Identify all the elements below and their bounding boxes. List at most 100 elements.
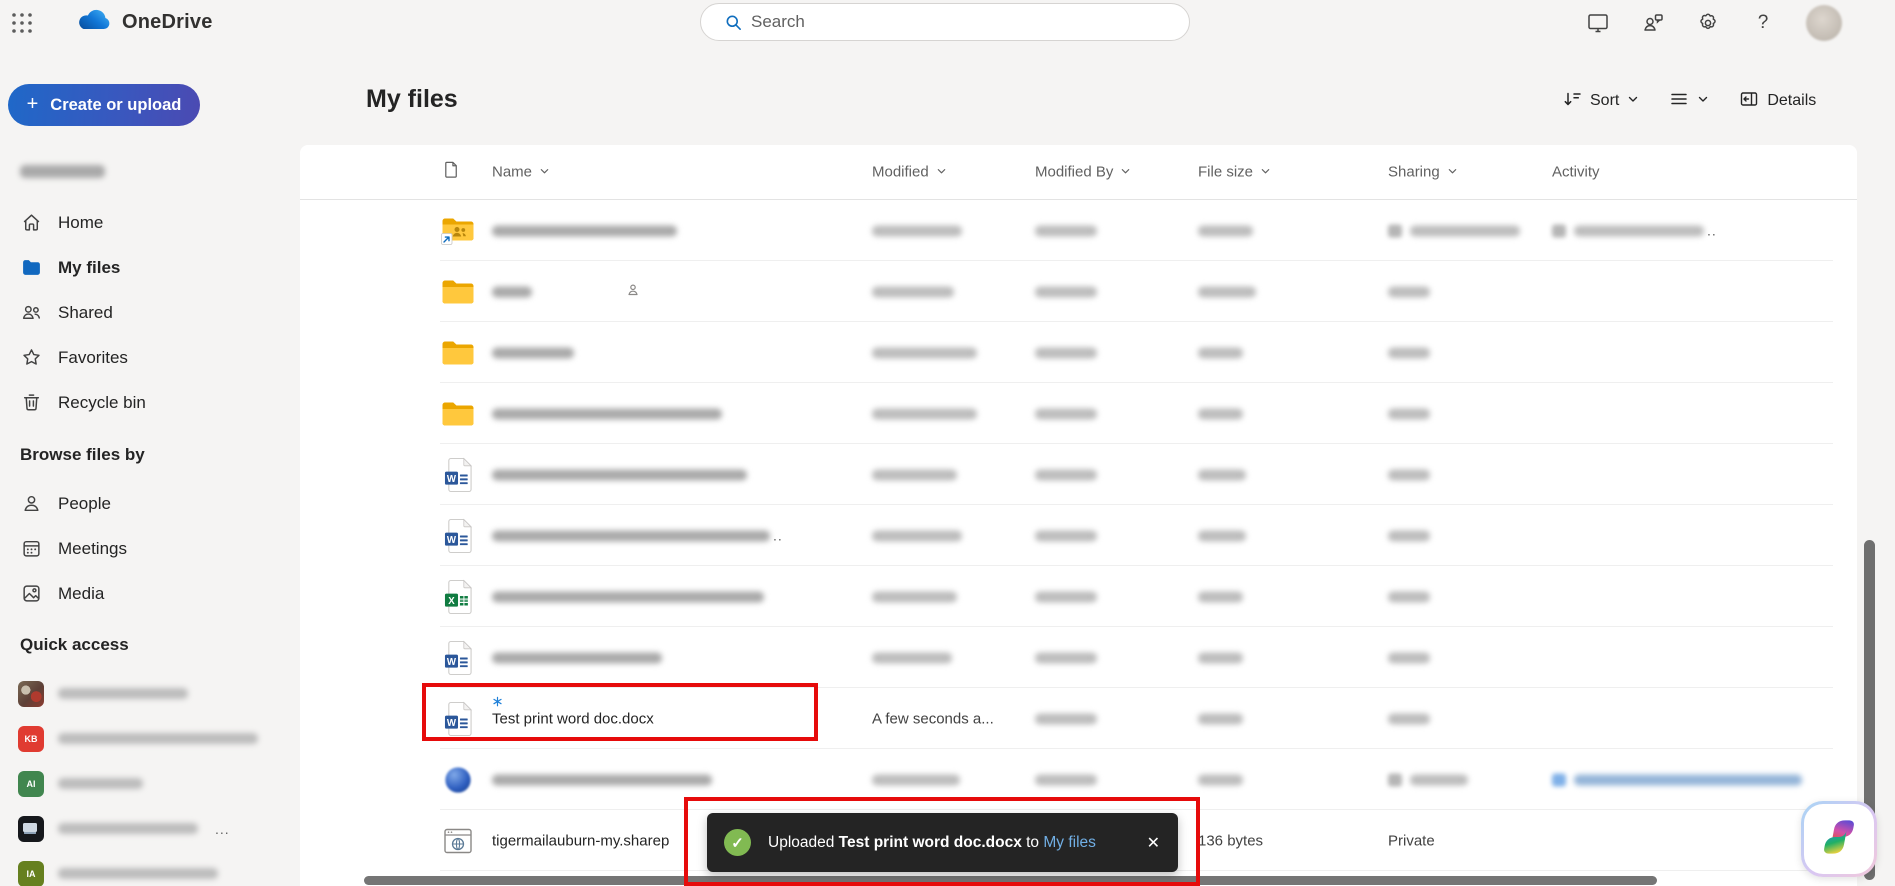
table-row[interactable] [300,261,1857,322]
horizontal-scrollbar[interactable] [364,876,1657,885]
quick-access-site-icon: IA [18,860,44,886]
sharing-cell-text: Private [1388,832,1435,849]
search-icon [724,13,743,37]
redacted-text [492,286,532,298]
sharing-cell [1388,588,1430,605]
file-name-cell[interactable] [492,405,722,422]
feedback-icon[interactable] [1641,11,1665,35]
modified-cell [872,344,977,361]
sidebar-item-people[interactable]: People [0,481,300,526]
redacted-text [492,652,662,664]
file-name-cell[interactable] [492,588,764,605]
trash-icon [20,392,42,414]
table-row[interactable] [300,383,1857,444]
quick-access-item[interactable]: AI [0,761,300,806]
column-header-modified_by[interactable]: Modified By [1035,164,1131,181]
sidebar-item-label: Shared [58,302,113,322]
modified-cell [872,649,952,666]
redacted-text [492,591,764,603]
file-name-cell[interactable] [492,222,677,239]
quick-access-item[interactable]: KB [0,716,300,761]
modified-by-cell [1035,527,1097,544]
settings-gear-icon[interactable] [1696,11,1720,35]
file-size-cell [1198,344,1243,361]
file-name-cell[interactable] [492,649,662,666]
chevron-down-icon [936,164,947,181]
redacted-text [1388,469,1430,481]
table-row[interactable]: .. [300,200,1857,261]
file-name-cell[interactable]: .. [492,527,783,544]
column-header-modified[interactable]: Modified [872,164,947,181]
redacted-text [1035,530,1097,542]
account-avatar[interactable] [1806,4,1842,41]
file-name-cell[interactable] [492,344,574,361]
svg-text:W: W [446,656,456,667]
modified-by-cell [1035,283,1097,300]
file-name-cell[interactable] [492,283,532,300]
create-or-upload-button[interactable]: + Create or upload [8,84,200,126]
app-launcher-icon[interactable] [10,11,34,35]
redacted-text [872,774,960,786]
column-header-sharing[interactable]: Sharing [1388,164,1458,181]
details-pane-button[interactable]: Details [1739,89,1816,114]
quick-access-item[interactable] [0,671,300,716]
file-name-cell[interactable] [492,771,712,788]
quick-access-item[interactable]: ... [0,806,300,851]
my-files-link[interactable]: My files [1043,834,1096,851]
sidebar-item-media[interactable]: Media [0,571,300,616]
toast-close-icon[interactable]: ✕ [1147,833,1160,853]
sidebar-item-recycle-bin[interactable]: Recycle bin [0,380,300,425]
redacted-text [1410,225,1520,237]
home-icon [20,212,42,234]
sidebar-item-favorites[interactable]: Favorites [0,335,300,380]
sharing-cell [1388,527,1430,544]
redacted-text [872,652,952,664]
file-size-cell [1198,527,1246,544]
column-header-activity[interactable]: Activity [1552,164,1600,181]
redacted-text [492,469,747,481]
file-name-cell[interactable]: Test print word doc.docx [492,696,654,727]
redacted-icon [1552,773,1566,787]
column-header-name[interactable]: Name [492,164,550,181]
svg-text:W: W [446,473,456,484]
sidebar-item-meetings[interactable]: Meetings [0,526,300,571]
quick-access-item[interactable]: IA [0,851,300,886]
search-input[interactable] [700,3,1190,41]
onedrive-brand[interactable]: OneDrive [76,8,213,37]
quick-access-site-icon [18,815,44,842]
redacted-text [1035,225,1097,237]
sort-button[interactable]: Sort [1562,89,1639,114]
view-options-button[interactable] [1669,89,1709,114]
table-row[interactable] [300,749,1857,810]
table-row[interactable]: W [300,627,1857,688]
redacted-icon [1388,224,1402,238]
table-row[interactable]: W [300,444,1857,505]
sidebar-item-my-files[interactable]: My files [0,245,300,290]
redacted-text [492,347,574,359]
redacted-text [1198,591,1243,603]
chevron-down-icon [1260,164,1271,181]
file-name-cell[interactable] [492,466,747,483]
success-check-icon: ✓ [724,829,751,856]
file-table-body: .. W W.. X W W Test print word doc.docx A few s… [300,200,1857,871]
table-row[interactable] [300,322,1857,383]
details-panel-icon [1739,89,1759,114]
sidebar-item-home[interactable]: Home [0,200,300,245]
file-type-icon-folder [438,278,478,305]
redacted-text [1035,408,1097,420]
display-icon[interactable] [1586,11,1610,35]
column-header-file_size[interactable]: File size [1198,164,1271,181]
svg-text:X: X [448,595,455,606]
redacted-text [1035,347,1097,359]
redacted-trail: .. [773,527,783,543]
help-icon[interactable]: ? [1751,11,1775,35]
column-header-label: Sharing [1388,163,1440,181]
copilot-button[interactable] [1801,801,1877,877]
table-row[interactable]: X [300,566,1857,627]
file-type-icon-sphere [438,765,478,795]
table-row[interactable]: W Test print word doc.docx A few seconds a… [300,688,1857,749]
table-row[interactable]: W.. [300,505,1857,566]
sidebar-item-shared[interactable]: Shared [0,290,300,335]
file-size-cell [1198,588,1243,605]
file-name-cell[interactable]: tigermailauburn-my.sharep [492,832,669,849]
